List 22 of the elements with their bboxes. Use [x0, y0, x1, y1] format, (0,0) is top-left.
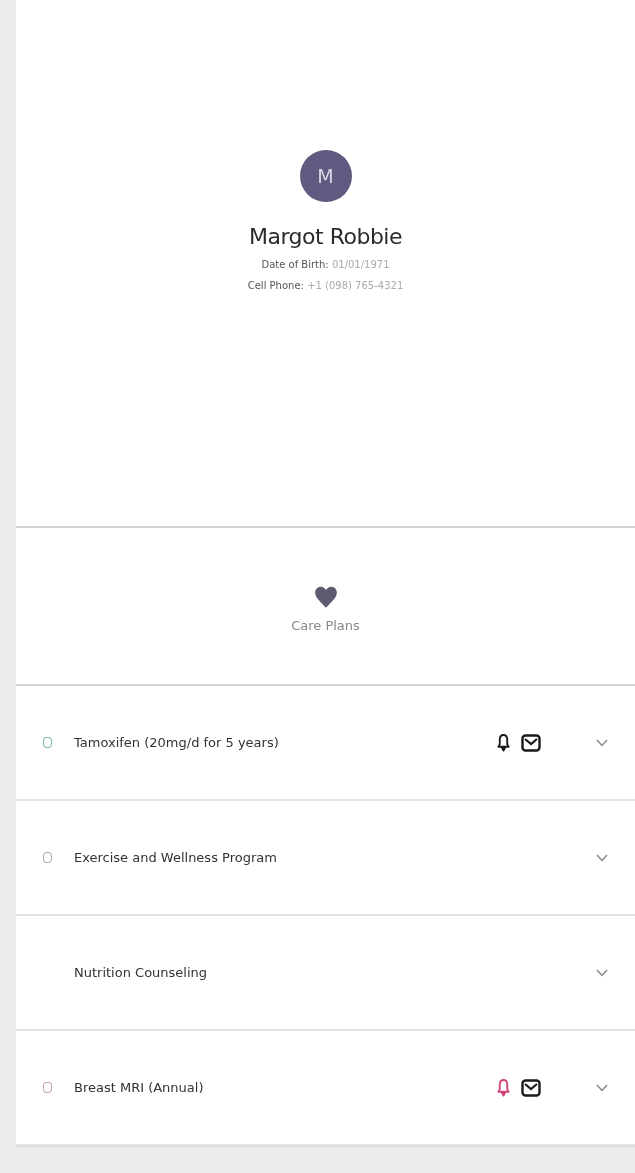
patient-name: Margot Robbie: [249, 224, 402, 249]
chevron-down-icon[interactable]: [596, 968, 608, 977]
care-plan-row[interactable]: Exercise and Wellness Program: [16, 801, 635, 916]
care-plan-row[interactable]: Breast MRI (Annual): [16, 1031, 635, 1146]
care-plans-tab[interactable]: Care Plans: [16, 528, 635, 686]
care-plan-title: Tamoxifen (20mg/d for 5 years): [74, 735, 280, 750]
chevron-down-icon[interactable]: [596, 853, 608, 862]
detail-value: 01/01/1971: [331, 259, 390, 270]
chevron-down-icon[interactable]: [596, 1083, 608, 1092]
bell-icon[interactable]: [496, 733, 511, 752]
care-plan-title: Breast MRI (Annual): [74, 1080, 205, 1095]
detail-label: Cell Phone:: [247, 280, 304, 291]
care-plan-title: Nutrition Counseling: [74, 965, 209, 980]
care-plan-row[interactable]: Tamoxifen (20mg/d for 5 years): [16, 686, 635, 801]
mail-icon[interactable]: [521, 1078, 541, 1097]
chevron-down-icon[interactable]: [596, 738, 608, 747]
detail-label: Date of Birth:: [261, 259, 329, 270]
mail-icon[interactable]: [521, 733, 541, 752]
care-plan-row[interactable]: Nutrition Counseling: [16, 916, 635, 1031]
detail-value: +1 (098) 765-4321: [307, 280, 404, 291]
care-plan-title: Exercise and Wellness Program: [74, 850, 278, 865]
avatar: M: [299, 150, 352, 202]
